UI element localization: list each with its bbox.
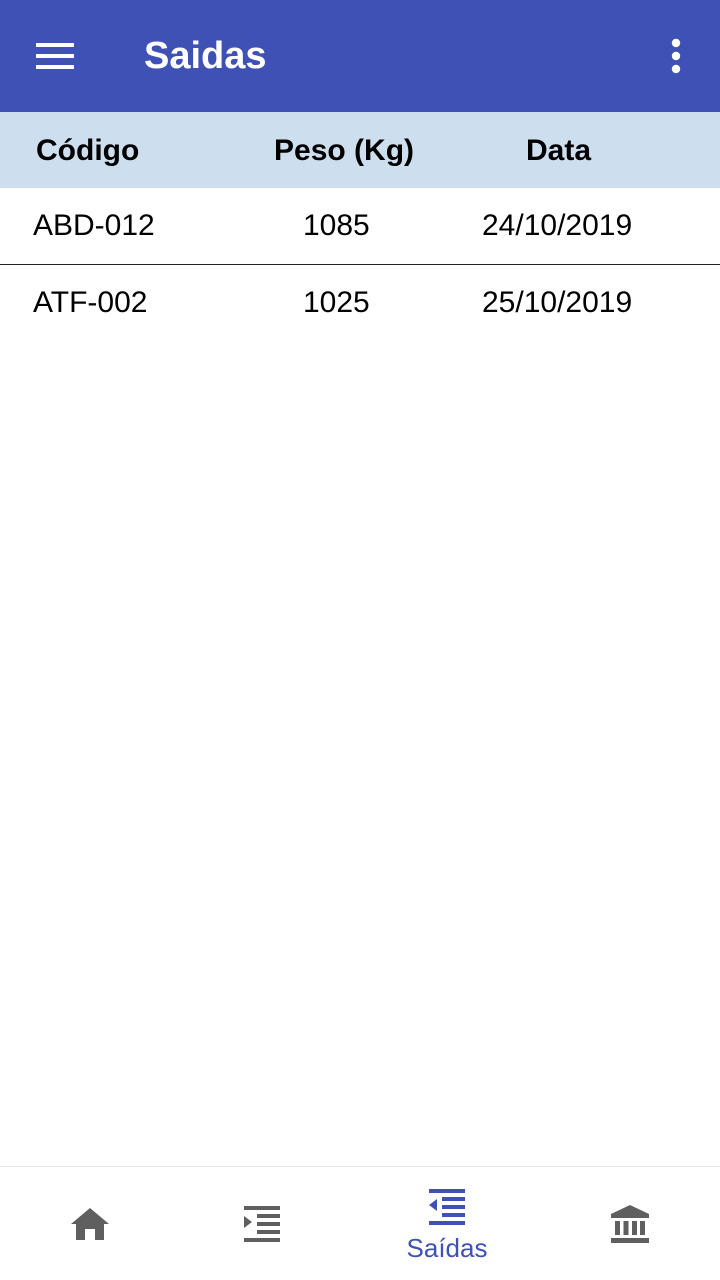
cell-date: 24/10/2019 xyxy=(482,209,633,242)
app-screen: Saidas Código Peso (Kg) Data ABD-012 108… xyxy=(0,0,720,1280)
format-indent-increase-icon xyxy=(244,1206,280,1242)
cell-code: ATF-002 xyxy=(33,286,148,319)
column-header-date: Data xyxy=(526,134,592,167)
table-header: Código Peso (Kg) Data xyxy=(0,112,720,188)
format-indent-decrease-icon xyxy=(429,1189,465,1225)
nav-item-saidas[interactable]: Saídas xyxy=(357,1167,537,1280)
bottom-navigation: Saídas xyxy=(0,1166,720,1280)
page-title: Saidas xyxy=(144,35,267,77)
cell-weight: 1025 xyxy=(303,286,370,319)
cell-weight: 1085 xyxy=(303,209,370,242)
column-header-code: Código xyxy=(36,134,140,167)
home-icon xyxy=(71,1208,109,1240)
table-row[interactable]: ABD-012 1085 24/10/2019 xyxy=(0,188,720,265)
nav-item-entradas[interactable] xyxy=(172,1167,352,1280)
nav-item-home[interactable] xyxy=(0,1167,180,1280)
table-row[interactable]: ATF-002 1025 25/10/2019 xyxy=(0,265,720,342)
overflow-menu-button[interactable] xyxy=(650,26,702,86)
menu-button[interactable] xyxy=(26,26,86,86)
hamburger-menu-icon xyxy=(36,43,74,69)
more-vert-icon xyxy=(671,38,681,74)
cell-code: ABD-012 xyxy=(33,209,155,242)
column-header-weight: Peso (Kg) xyxy=(274,134,415,167)
nav-label-saidas: Saídas xyxy=(406,1233,488,1263)
app-bar: Saidas xyxy=(0,0,720,112)
nav-item-bank[interactable] xyxy=(540,1167,720,1280)
cell-date: 25/10/2019 xyxy=(482,286,633,319)
bank-icon xyxy=(611,1205,649,1243)
